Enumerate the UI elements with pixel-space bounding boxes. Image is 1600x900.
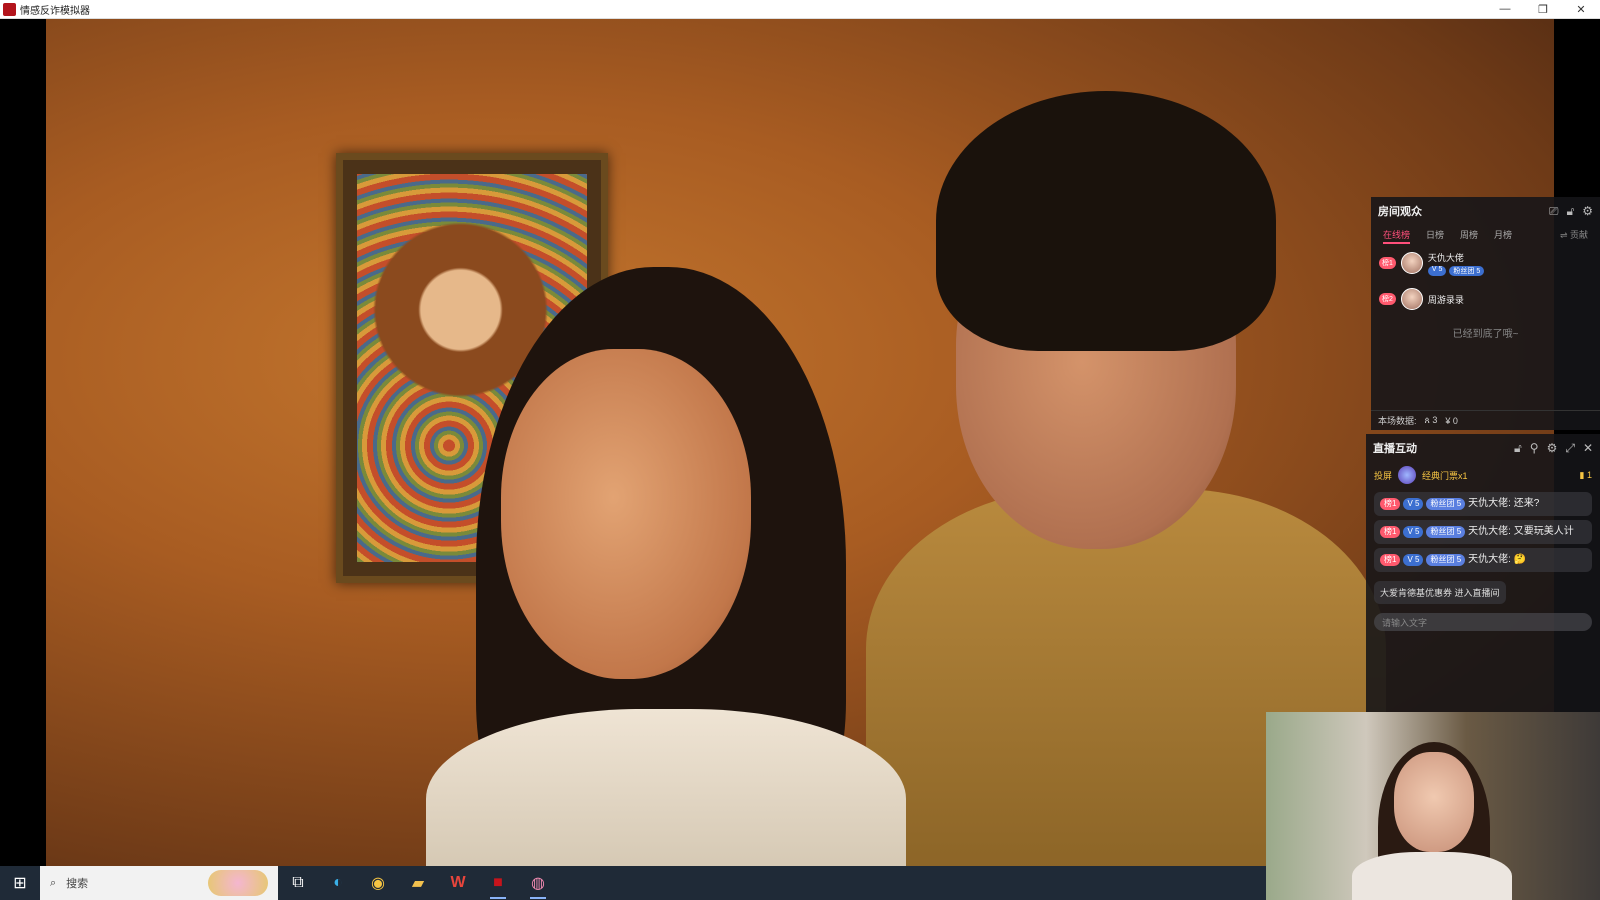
message-text: 天仇大佬: 还来? xyxy=(1468,498,1540,509)
gift-count: ▮ 1 xyxy=(1579,469,1592,480)
list-end-note: 已经到底了哦~ xyxy=(1452,329,1519,340)
gift-notice: 投屏 经典门票x1 ▮ 1 xyxy=(1366,462,1600,488)
tab-online[interactable]: 在线榜 xyxy=(1383,228,1411,244)
list-item[interactable]: 榜1 天仇大佬 V 5 粉丝团 5 xyxy=(1371,245,1600,281)
settings-icon[interactable]: ⚙ xyxy=(1582,204,1593,219)
window-title: 情感反诈模拟器 xyxy=(20,5,90,17)
rank-badge: 榜1 xyxy=(1379,257,1396,269)
audience-panel: 房间观众 ⎚ 🔓︎ ⚙ 在线榜 日榜 周榜 月榜 ⇌ 贡献 榜1 天仇大佬 V … xyxy=(1371,197,1600,430)
gift-icon xyxy=(1398,466,1417,484)
gift-name: 经典门票x1 xyxy=(1422,470,1468,481)
interaction-panel: 直播互动 🔓︎ ⚲ ⚙ ⤢ ✕ 投屏 经典门票x1 ▮ 1 榜1 V 5 粉丝团 5… xyxy=(1366,434,1600,712)
tab-weekly[interactable]: 周榜 xyxy=(1460,228,1478,245)
level-badge: V 5 xyxy=(1427,265,1447,276)
edge-icon[interactable]: ◐ xyxy=(318,866,358,900)
lock-icon[interactable]: 🔓︎ xyxy=(1514,441,1522,456)
task-view-icon[interactable]: ⧉ xyxy=(278,866,318,900)
interaction-header: 直播互动 🔓︎ ⚲ ⚙ ⤢ ✕ xyxy=(1366,434,1600,462)
viewer-name: 天仇大佬 xyxy=(1427,252,1464,263)
delete-icon[interactable]: ⎚ xyxy=(1549,204,1559,219)
list-item[interactable]: 榜2 周游录录 xyxy=(1371,281,1600,317)
avatar[interactable] xyxy=(1400,252,1423,274)
fan-badge: 粉丝团 5 xyxy=(1426,554,1466,566)
fan-badge: 粉丝团 5 xyxy=(1426,498,1466,510)
restore-button[interactable]: ❐ xyxy=(1524,0,1562,18)
audience-title: 房间观众 xyxy=(1378,206,1422,218)
stats-label: 本场数据: xyxy=(1378,416,1417,426)
chat-message[interactable]: 榜1 V 5 粉丝团 5 天仇大佬: 🤔 xyxy=(1374,548,1592,572)
level-badge: V 5 xyxy=(1403,526,1424,538)
streamer-face xyxy=(1394,752,1474,852)
message-text: 天仇大佬: 🤔 xyxy=(1468,554,1527,565)
search-highlight-image xyxy=(208,870,268,896)
tab-monthly[interactable]: 月榜 xyxy=(1494,228,1512,245)
window-titlebar[interactable]: 情感反诈模拟器 — ❐ ✕ xyxy=(0,0,1600,19)
gift-prefix: 投屏 xyxy=(1374,470,1393,481)
minimize-button[interactable]: — xyxy=(1486,0,1524,18)
rank-badge: 榜1 xyxy=(1380,498,1401,510)
webcam-overlay xyxy=(1266,712,1600,900)
tab-daily[interactable]: 日榜 xyxy=(1426,228,1444,245)
chat-message[interactable]: 榜1 V 5 粉丝团 5 天仇大佬: 又要玩美人计 xyxy=(1374,520,1592,544)
close-icon[interactable]: ✕ xyxy=(1583,441,1593,456)
level-badge: V 5 xyxy=(1403,554,1424,566)
fan-badge: 粉丝团 5 xyxy=(1426,526,1466,538)
game-app-icon[interactable]: ■ xyxy=(478,866,518,900)
wps-icon[interactable]: W xyxy=(438,866,478,900)
avatar[interactable] xyxy=(1400,288,1423,310)
windows-icon[interactable]: ⊞ xyxy=(0,866,40,900)
search-placeholder: 搜索 xyxy=(66,878,89,890)
search-input[interactable]: ⌕ 搜索 xyxy=(40,866,278,900)
pin-icon[interactable]: ⚲ xyxy=(1530,441,1539,456)
audience-tabs: 在线榜 日榜 周榜 月榜 ⇌ 贡献 xyxy=(1371,225,1600,245)
chat-input[interactable]: 请输入文字 xyxy=(1374,613,1592,631)
viewer-count: ጰ 3 xyxy=(1424,415,1438,425)
expand-icon[interactable]: ⤢ xyxy=(1565,441,1575,456)
enter-notice: 大爱肯德基优惠券 进入直播间 xyxy=(1374,581,1506,604)
rank-badge: 榜1 xyxy=(1380,526,1401,538)
app-icon xyxy=(3,2,16,16)
browser-icon[interactable]: ◉ xyxy=(358,866,398,900)
interaction-title: 直播互动 xyxy=(1373,443,1417,455)
rank-badge: 榜2 xyxy=(1379,293,1396,305)
level-badge: V 5 xyxy=(1403,498,1424,510)
audience-header: 房间观众 ⎚ 🔓︎ ⚙ xyxy=(1371,197,1600,225)
taskbar: ⊞ ⌕ 搜索 ⧉ ◐ ◉ ▰ W ■ ◍ xyxy=(0,866,1266,900)
contrib-toggle[interactable]: ⇌ 贡献 xyxy=(1560,228,1588,245)
rank-badge: 榜1 xyxy=(1380,554,1401,566)
chat-message[interactable]: 榜1 V 5 粉丝团 5 天仇大佬: 还来? xyxy=(1374,492,1592,516)
search-icon: ⌕ xyxy=(50,876,57,889)
close-button[interactable]: ✕ xyxy=(1562,0,1600,18)
lock-icon[interactable]: 🔓︎ xyxy=(1566,204,1574,219)
revenue-count: ¥ 0 xyxy=(1445,415,1458,426)
fan-badge: 粉丝团 5 xyxy=(1449,265,1485,276)
viewer-name: 周游录录 xyxy=(1427,294,1464,305)
session-stats: 本场数据: ጰ 3 ¥ 0 xyxy=(1371,410,1600,430)
live-app-icon[interactable]: ◍ xyxy=(518,866,558,900)
file-explorer-icon[interactable]: ▰ xyxy=(398,866,438,900)
window-controls: — ❐ ✕ xyxy=(1486,0,1600,18)
message-text: 天仇大佬: 又要玩美人计 xyxy=(1468,526,1574,537)
settings-icon[interactable]: ⚙ xyxy=(1547,441,1558,456)
